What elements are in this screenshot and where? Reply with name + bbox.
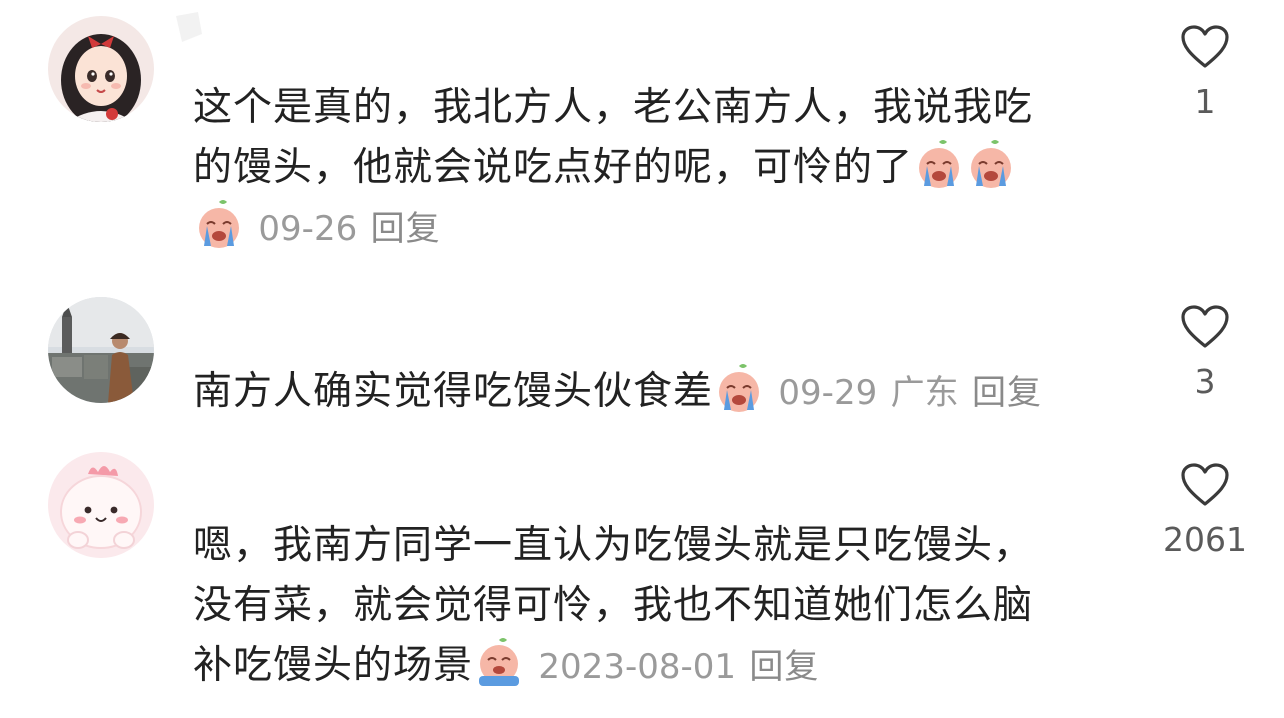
avatar[interactable]	[48, 452, 154, 558]
crying-emoji-icon	[473, 636, 525, 688]
comment-meta: 09-26 回复	[193, 198, 1103, 259]
heart-outline-icon[interactable]	[1180, 462, 1230, 508]
comment-date: 2023-08-01	[538, 647, 737, 687]
pink-blob-avatar-icon	[48, 452, 154, 558]
comment-text-line: 这个是真的，我北方人，老公南方人，我说我吃	[193, 85, 1034, 130]
comment-text: 嗯，我南方同学一直认为吃馒头就是只吃馒头， 没有菜，就会觉得可怜，我也不知道她们…	[193, 516, 1103, 697]
heart-outline-icon[interactable]	[1180, 304, 1230, 350]
comment-3: 嗯，我南方同学一直认为吃馒头就是只吃馒头， 没有菜，就会觉得可怜，我也不知道她们…	[0, 440, 1284, 718]
crying-emoji-icon	[193, 198, 245, 250]
comment-text-fragment: 的馒头，他就会说吃点好的呢，可怜的了	[193, 145, 914, 190]
comment-text: 这个是真的，我北方人，老公南方人，我说我吃 的馒头，他就会说吃点好的呢，可怜的了…	[193, 78, 1103, 259]
heart-outline-icon[interactable]	[1180, 24, 1230, 70]
like-count: 1	[1194, 82, 1216, 121]
like-area: 3	[1150, 304, 1260, 401]
comment-text: 南方人确实觉得吃馒头伙食差 09-29 广东 回复	[193, 362, 1103, 423]
reply-button[interactable]: 回复	[972, 373, 1042, 413]
comment-text-line: 嗯，我南方同学一直认为吃馒头就是只吃馒头，	[193, 523, 1034, 568]
like-area: 1	[1150, 24, 1260, 121]
comment-text-line: 补吃馒头的场景 2023-08-01 回复	[193, 636, 1103, 697]
comment-text-line: 南方人确实觉得吃馒头伙食差 09-29 广东 回复	[193, 362, 1103, 423]
avatar[interactable]	[48, 297, 154, 403]
reply-button[interactable]: 回复	[371, 209, 441, 249]
comment-location: 广东	[890, 373, 959, 413]
reply-button[interactable]: 回复	[749, 647, 819, 687]
like-area: 2061	[1150, 462, 1260, 559]
like-count: 3	[1194, 362, 1216, 401]
comment-text-line: 的馒头，他就会说吃点好的呢，可怜的了	[193, 138, 1103, 198]
comment-1: 这个是真的，我北方人，老公南方人，我说我吃 的馒头，他就会说吃点好的呢，可怜的了…	[0, 0, 1284, 280]
crying-emoji-icon	[713, 362, 765, 414]
like-count: 2061	[1163, 520, 1247, 559]
comment-date: 09-29	[778, 373, 878, 413]
comment-text-line: 没有菜，就会觉得可怜，我也不知道她们怎么脑	[193, 583, 1034, 628]
crying-emoji-icon	[965, 138, 1017, 190]
city-photo-avatar-icon	[48, 297, 154, 403]
comment-text-fragment: 南方人确实觉得吃馒头伙食差	[193, 369, 714, 414]
comment-date: 09-26	[258, 209, 358, 249]
crying-emoji-icon	[913, 138, 965, 190]
avatar[interactable]	[48, 16, 154, 122]
cartoon-girl-avatar-icon	[48, 16, 154, 122]
comment-2: 南方人确实觉得吃馒头伙食差 09-29 广东 回复 3	[0, 280, 1284, 440]
comment-text-fragment: 补吃馒头的场景	[193, 643, 474, 688]
